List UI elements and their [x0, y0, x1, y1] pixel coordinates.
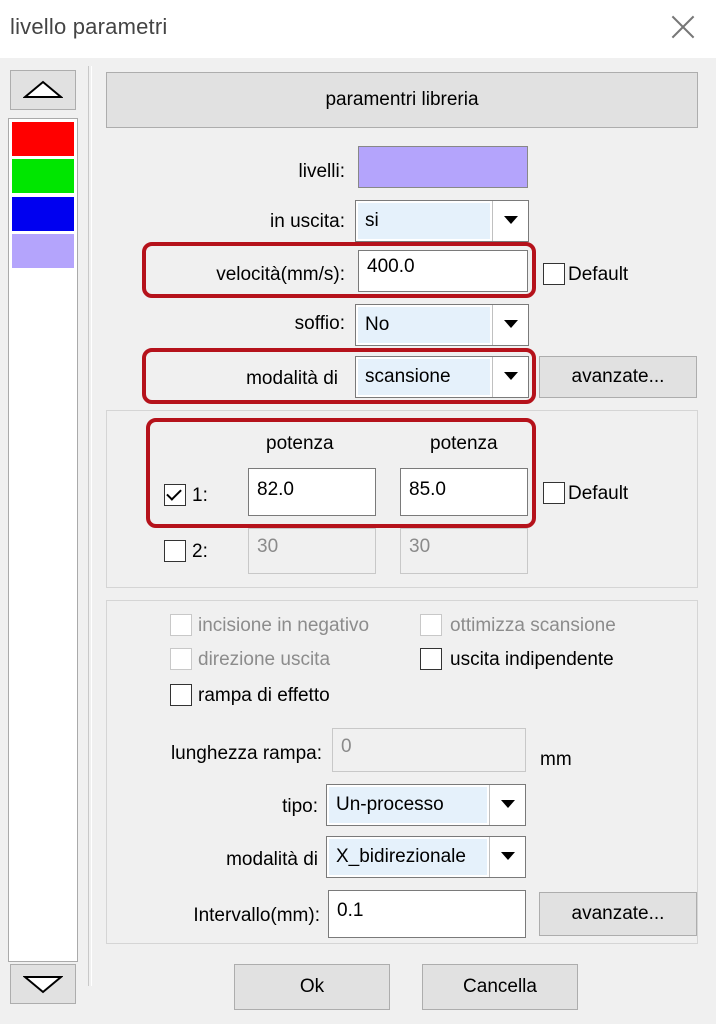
power-row2-checkbox[interactable] — [164, 540, 186, 562]
output-select-value: si — [358, 203, 490, 239]
scroll-down-button[interactable] — [10, 964, 76, 1004]
type-label: tipo: — [282, 796, 318, 817]
ramp-effect-checkbox[interactable] — [170, 684, 192, 706]
independent-output-checkbox[interactable] — [420, 648, 442, 670]
interval-input[interactable]: 0.1 — [328, 890, 526, 938]
output-direction-label: direzione uscita — [198, 649, 331, 670]
optimize-scan-checkbox — [420, 614, 442, 636]
blow-label: soffio: — [294, 313, 345, 334]
power-header-2: potenza — [430, 433, 498, 454]
power-row2-label: 2: — [192, 541, 208, 562]
speed-default-checkbox[interactable] — [543, 263, 565, 285]
output-label: in uscita: — [270, 211, 345, 232]
speed-input[interactable]: 400.0 — [358, 250, 528, 292]
scan-mode-select-value: scansione — [358, 359, 490, 395]
power-row2-max-input: 30 — [400, 528, 528, 574]
window-title: livello parametri — [10, 14, 168, 39]
speed-default-label: Default — [568, 264, 629, 285]
chevron-down-icon[interactable] — [492, 357, 528, 397]
library-params-button[interactable]: paramentri libreria — [106, 72, 698, 128]
power-row1-checkbox[interactable] — [164, 484, 186, 506]
power-row2-min-input: 30 — [248, 528, 376, 574]
mode2-label: modalità di — [226, 849, 318, 870]
chevron-down-icon[interactable] — [489, 837, 525, 877]
scan-mode-label: modalità di — [246, 368, 338, 389]
chevron-down-icon[interactable] — [492, 305, 528, 345]
speed-label: velocità(mm/s): — [216, 264, 345, 285]
layer-swatch-blue[interactable] — [12, 197, 74, 231]
ramp-length-input: 0 — [332, 728, 526, 772]
ramp-effect-label: rampa di effetto — [198, 685, 330, 706]
type-select[interactable]: Un-processo — [326, 784, 526, 826]
cancel-button[interactable]: Cancella — [422, 964, 578, 1010]
optimize-scan-label: ottimizza scansione — [450, 615, 616, 636]
layer-swatch-green[interactable] — [12, 159, 74, 193]
type-select-value: Un-processo — [329, 787, 487, 823]
power-default-checkbox[interactable] — [543, 482, 565, 504]
scan-advanced-button[interactable]: avanzate... — [539, 356, 697, 398]
triangle-down-icon — [23, 976, 63, 994]
blow-select-value: No — [358, 307, 490, 343]
title-bar: livello parametri — [0, 0, 716, 58]
negative-engraving-label: incisione in negativo — [198, 615, 370, 636]
scan-mode-select[interactable]: scansione — [355, 356, 529, 398]
triangle-up-icon — [23, 80, 63, 98]
layer-color-box[interactable] — [358, 146, 528, 188]
interval-advanced-button[interactable]: avanzate... — [539, 892, 697, 936]
output-select[interactable]: si — [355, 200, 529, 242]
independent-output-label: uscita indipendente — [450, 649, 614, 670]
power-default-label: Default — [568, 483, 629, 504]
mode2-select-value: X_bidirezionale — [329, 839, 487, 875]
layers-label: livelli: — [298, 161, 345, 182]
negative-engraving-checkbox — [170, 614, 192, 636]
ramp-length-label: lunghezza rampa: — [170, 743, 322, 764]
mode2-select[interactable]: X_bidirezionale — [326, 836, 526, 878]
interval-label: Intervallo(mm): — [193, 905, 320, 926]
ok-button[interactable]: Ok — [234, 964, 390, 1010]
scroll-up-button[interactable] — [10, 70, 76, 110]
blow-select[interactable]: No — [355, 304, 529, 346]
layer-swatch-red[interactable] — [12, 122, 74, 156]
layer-swatch-lilac[interactable] — [12, 234, 74, 268]
ramp-unit-label: mm — [540, 749, 572, 770]
power-row1-label: 1: — [192, 485, 208, 506]
power-header-1: potenza — [266, 433, 334, 454]
chevron-down-icon[interactable] — [489, 785, 525, 825]
splitter[interactable] — [88, 66, 92, 986]
power-row1-max-input[interactable]: 85.0 — [400, 468, 528, 516]
output-direction-checkbox — [170, 648, 192, 670]
close-icon[interactable] — [668, 12, 698, 42]
chevron-down-icon[interactable] — [492, 201, 528, 241]
checkmark-icon — [166, 485, 182, 501]
power-row1-min-input[interactable]: 82.0 — [248, 468, 376, 516]
